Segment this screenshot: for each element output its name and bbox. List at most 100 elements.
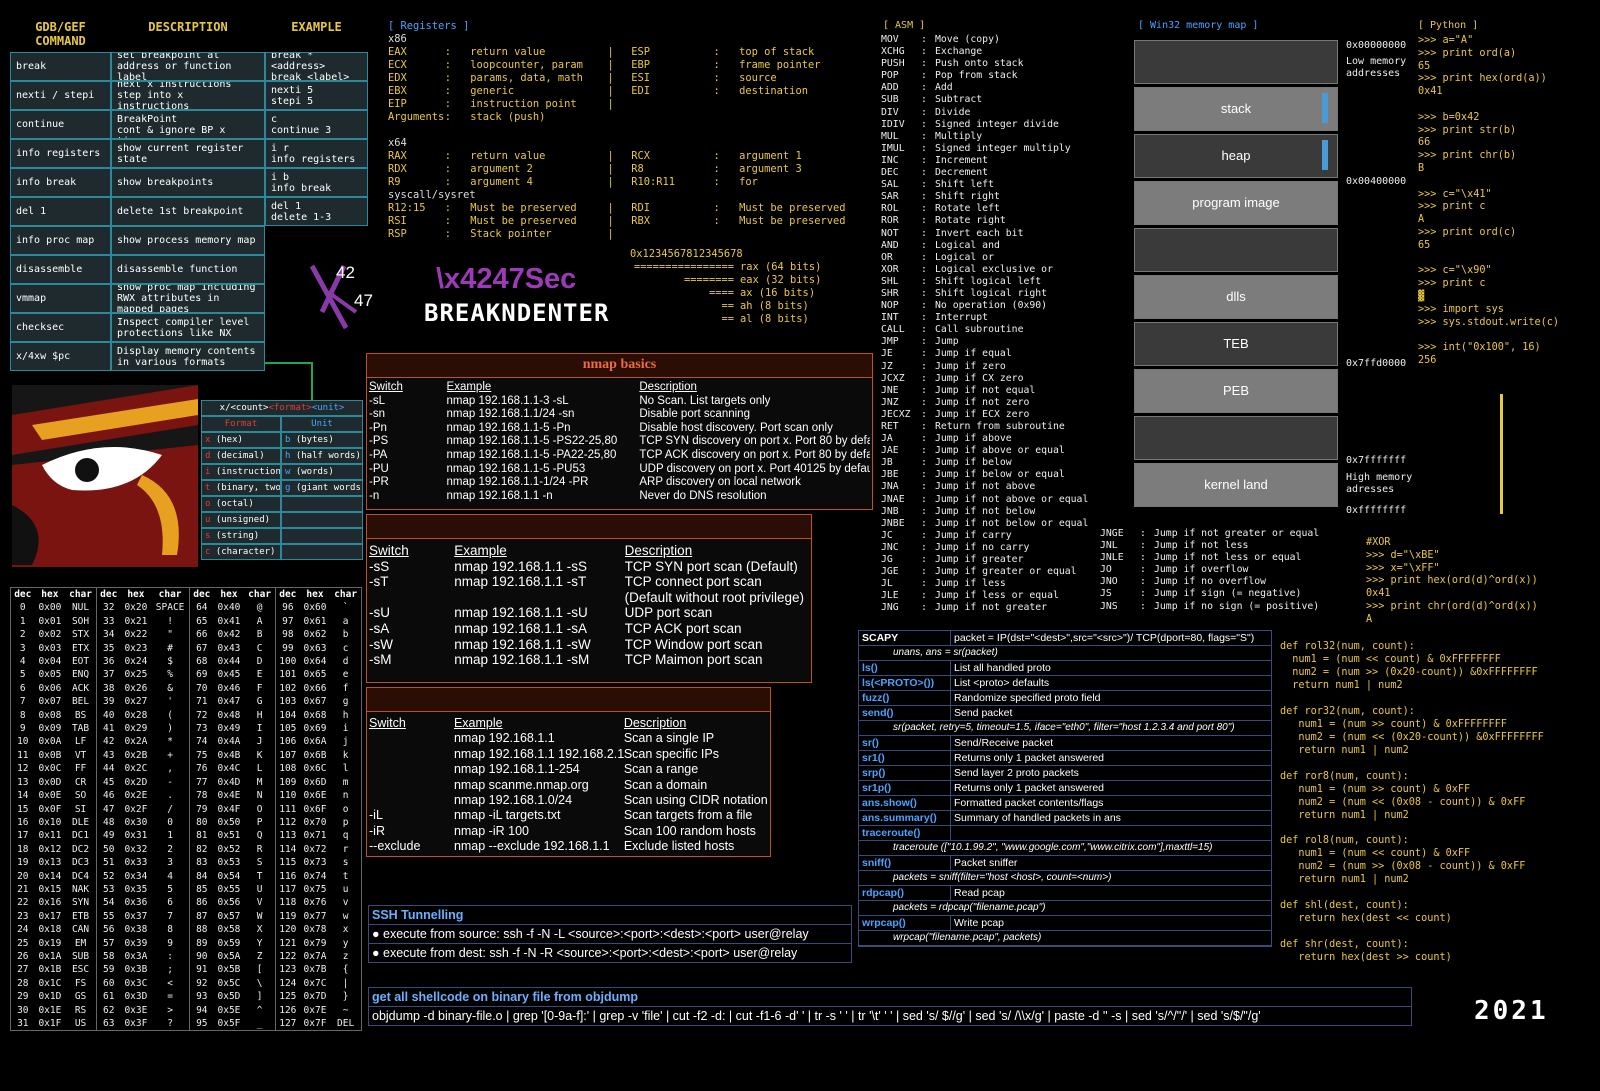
asm-list: MOV: Move (copy) XCHG: Exchange PUSH: Push on… xyxy=(881,34,1135,615)
ascii-cell: 0x64 xyxy=(303,656,327,668)
ascii-cell: 112 xyxy=(274,815,300,830)
asm-cell: Jump if above or equal xyxy=(935,445,1065,457)
asm-cell: : xyxy=(921,324,927,336)
register-cell xyxy=(739,98,858,111)
asm-cell: Shift logical right xyxy=(935,287,1048,299)
asm-cell: : xyxy=(921,529,927,541)
scapy-command: wrpcap() xyxy=(859,916,951,930)
ascii-cell: J xyxy=(256,736,263,748)
ascii-cell: 0x60 xyxy=(303,602,327,614)
unit-cell xyxy=(281,512,363,528)
register-cell: | xyxy=(607,98,614,110)
ascii-cell: 0x06 xyxy=(38,682,62,694)
asm-cell: SHR xyxy=(881,287,899,299)
asm-cell: JG xyxy=(881,554,893,566)
code-line: 65 xyxy=(1418,60,1431,72)
nmap-row: -PR nmap 192.168.1.1-1/24 -PR ARP discover… xyxy=(369,476,870,490)
ascii-cell: X xyxy=(256,924,263,936)
nmap-cell: nmap 192.168.1.1 xyxy=(453,731,555,746)
register-row: RSI: Must be preserved | RBX: Must be preser… xyxy=(388,215,858,228)
code-line: >>> c="\x90" xyxy=(1418,265,1492,277)
code-line: def shl(dest, count): xyxy=(1280,900,1409,912)
ascii-cell: 0x63 xyxy=(303,642,327,654)
nmap-row: -sM nmap 192.168.1.1 -sM TCP Maimon port s… xyxy=(369,652,809,668)
ascii-cell: - xyxy=(167,776,173,788)
ascii-cell: 36 xyxy=(95,655,121,669)
ssh-title: SSH Tunnelling xyxy=(369,906,851,925)
gdb-example: c continue 3 xyxy=(265,110,368,139)
ascii-cell: 0x13 xyxy=(38,857,62,869)
scapy-description: packet = IP(dst="<dest>",src="<src>")/ T… xyxy=(954,632,1255,644)
ascii-cell: 0x4C xyxy=(217,763,241,775)
nmap-cell: Disable host discovery. Port scan only xyxy=(639,421,833,434)
code-line: >>> c="\x41" xyxy=(1418,188,1492,200)
ascii-cell: SI xyxy=(74,803,87,815)
format-name: (binary, two) xyxy=(210,483,281,493)
asm-cell: IMUL xyxy=(881,142,905,154)
register-cell: R8 xyxy=(631,163,644,175)
register-cell: generic xyxy=(470,85,515,97)
register-cell: : xyxy=(713,59,720,71)
asm-cell: SHL xyxy=(881,275,899,287)
asm-row: JNO: Jump if no overflow xyxy=(1100,576,1354,588)
nmap-col-header: Description xyxy=(639,381,697,393)
asm-cell: Move (copy) xyxy=(935,34,1000,45)
asm-cell: JNO xyxy=(1100,576,1118,588)
ascii-row: 18 0x12 DC2 50 0x32 2 82 0x52 R 114 0x72 r xyxy=(11,842,361,857)
asm-cell: Jump if no overflow xyxy=(1154,576,1267,588)
ascii-cell: A xyxy=(256,615,263,627)
ascii-cell: 90 xyxy=(188,949,214,964)
ascii-cell: 0x78 xyxy=(303,924,327,936)
asm-row: MUL: Multiply xyxy=(881,131,1135,143)
nmap-row: -sS nmap 192.168.1.1 -sS TCP SYN port scan… xyxy=(369,559,809,575)
ascii-row: 31 0x1F US 63 0x3F? 95 0x5F _ 127 0x7F DEL xyxy=(11,1017,361,1031)
register-cell: argument 1 xyxy=(739,150,802,162)
asm-cell: NOP xyxy=(881,300,899,312)
asm-cell: JNGE xyxy=(1100,528,1124,539)
ascii-cell: 0x5D xyxy=(217,991,241,1003)
ascii-cell: 84 xyxy=(188,869,214,883)
code-line: def rol32(num, count): xyxy=(1280,641,1415,652)
nmap-cell: TCP Window port scan xyxy=(624,636,763,652)
register-cell: top of stack xyxy=(739,46,815,58)
scapy-command: fuzz() xyxy=(859,691,951,705)
scapy-example: packets = sniff(filter="host <host>, cou… xyxy=(859,871,1271,886)
ascii-cell: s xyxy=(342,857,349,869)
register-row: R9: argument 4 | R10:R11: for xyxy=(388,176,858,189)
ascii-cell: 0x14 xyxy=(38,870,62,882)
nmap-cell: nmap 192.168.1.1 -n xyxy=(446,489,553,502)
register-cell: | xyxy=(607,59,614,71)
nmap-targets-panel: Switch Example Description nmap 192.168.1.1… xyxy=(366,687,771,857)
python-rotate-functions: def rol32(num, count): num1 = (num << co… xyxy=(1280,640,1544,964)
ascii-cell: 39 xyxy=(95,695,121,709)
ascii-cell: 0x73 xyxy=(303,857,327,869)
nmap-basics-panel: nmap basics Switch Example Description -sL n… xyxy=(366,353,873,510)
ascii-cell: VT xyxy=(74,749,87,761)
asm-cell: JLE xyxy=(881,590,899,602)
asm-cell: NOT xyxy=(881,227,899,239)
code-line: >>> print c xyxy=(1418,201,1486,213)
register-cell: stack (push) xyxy=(470,111,546,123)
nmap-title: nmap basics xyxy=(367,354,872,378)
nmap-cell: nmap 192.168.1.1 192.168.2.1 xyxy=(453,746,624,761)
bits-label: ah (8 bits) xyxy=(740,300,809,312)
ascii-cell: 79 xyxy=(188,802,214,816)
scapy-table: SCAPY packet = IP(dst="<dest>",src="<src>… xyxy=(858,630,1272,947)
scapy-row: rdpcap() Read pcap xyxy=(859,886,1271,901)
register-cell xyxy=(714,228,740,241)
ascii-cell: 80 xyxy=(188,815,214,830)
asm-cell: Exchange xyxy=(935,46,983,58)
register-cell: Stack pointer xyxy=(470,228,552,240)
register-row: EAX: return value | ESP: top of stack xyxy=(388,46,858,59)
ascii-row: 16 0x10 DLE 48 0x30 0 80 0x50 P 112 0x70 p xyxy=(11,815,361,830)
nmap-row: -sA nmap 192.168.1.1 -sA TCP ACK port scan xyxy=(369,621,809,637)
asm-row: NOT: Invert each bit xyxy=(881,228,1135,240)
ascii-cell: 0x0E xyxy=(38,790,62,802)
asm-cell: : xyxy=(1140,552,1146,564)
ascii-cell: 60 xyxy=(95,976,121,991)
gdb-description: set breakpoint at address or function la… xyxy=(111,52,265,81)
gdb-command: continue xyxy=(10,110,111,139)
code-line: >>> print ord(c) xyxy=(1418,226,1517,238)
ascii-cell: 67 xyxy=(188,641,214,656)
